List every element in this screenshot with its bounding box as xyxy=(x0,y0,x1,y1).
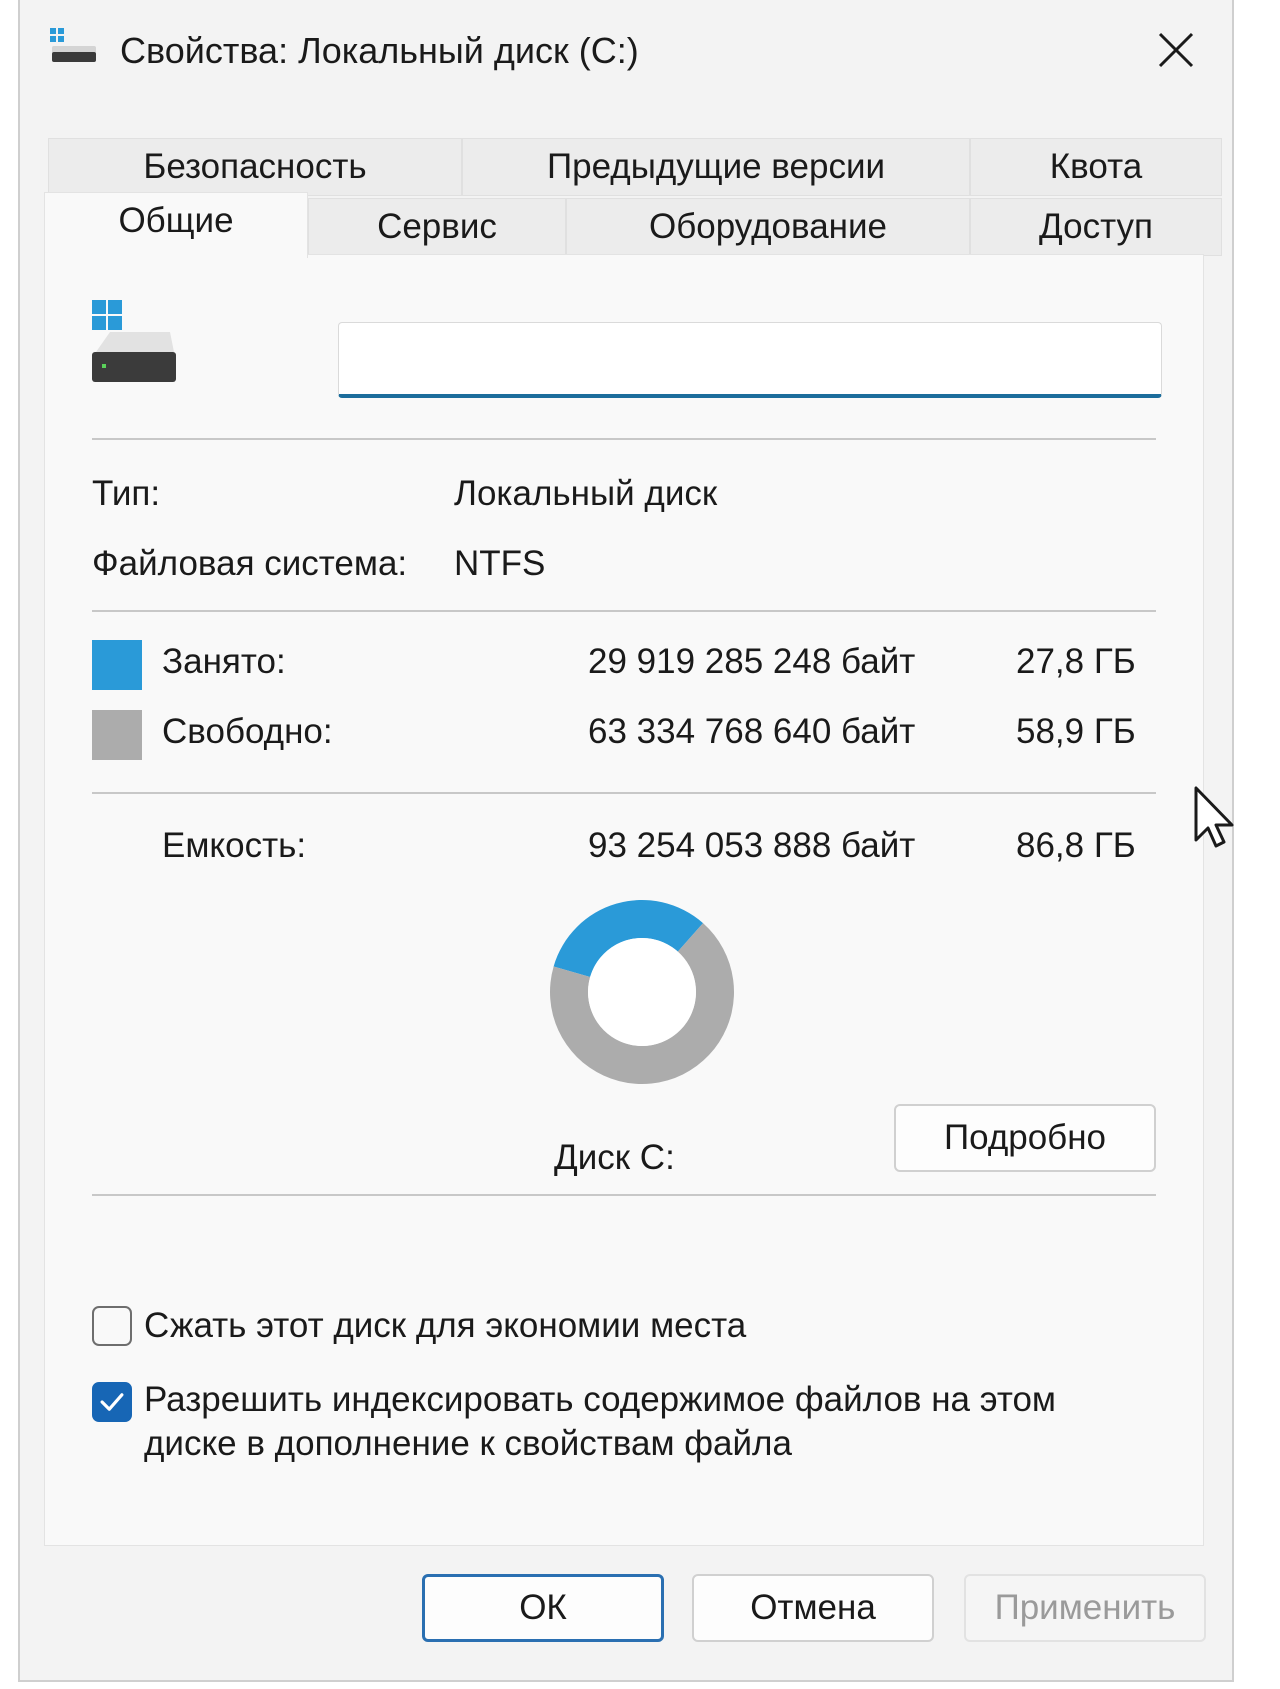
used-bytes: 29 919 285 248 байт xyxy=(588,642,916,681)
tab-previous-versions[interactable]: Предыдущие версии xyxy=(462,138,970,196)
separator xyxy=(92,792,1156,794)
tab-tools[interactable]: Сервис xyxy=(308,198,566,256)
index-label-line1: Разрешить индексировать содержимое файло… xyxy=(144,1380,1056,1419)
ok-button[interactable]: ОК xyxy=(422,1574,664,1642)
apply-button[interactable]: Применить xyxy=(964,1574,1206,1642)
tab-quota[interactable]: Квота xyxy=(970,138,1222,196)
capacity-size: 86,8 ГБ xyxy=(1016,826,1136,865)
used-size: 27,8 ГБ xyxy=(1016,642,1136,681)
compress-checkbox[interactable] xyxy=(92,1306,132,1346)
volume-label-input[interactable] xyxy=(338,322,1162,398)
cancel-button[interactable]: Отмена xyxy=(692,1574,934,1642)
donut-hole xyxy=(588,938,696,1046)
filesystem-label: Файловая система: xyxy=(92,544,408,583)
used-space-swatch xyxy=(92,640,142,690)
capacity-bytes: 93 254 053 888 байт xyxy=(588,826,916,865)
separator xyxy=(92,438,1156,440)
window-title: Свойства: Локальный диск (C:) xyxy=(120,30,639,71)
capacity-label: Емкость: xyxy=(162,826,307,865)
free-space-swatch xyxy=(92,710,142,760)
index-checkbox[interactable] xyxy=(92,1382,132,1422)
type-label: Тип: xyxy=(92,474,161,513)
used-label: Занято: xyxy=(162,642,286,681)
tab-security[interactable]: Безопасность xyxy=(48,138,462,196)
mouse-cursor-icon xyxy=(1194,786,1234,848)
title-bar: Свойства: Локальный диск (C:) xyxy=(20,0,1232,108)
filesystem-value: NTFS xyxy=(454,544,546,583)
details-button[interactable]: Подробно xyxy=(894,1104,1156,1172)
separator xyxy=(92,1194,1156,1196)
free-size: 58,9 ГБ xyxy=(1016,712,1136,751)
free-label: Свободно: xyxy=(162,712,333,751)
windows-drive-icon xyxy=(92,300,176,382)
close-icon[interactable] xyxy=(1148,22,1204,78)
tab-general[interactable]: Общие xyxy=(44,192,308,258)
disk-usage-donut xyxy=(550,900,734,1084)
drive-icon xyxy=(50,28,96,62)
properties-dialog: Свойства: Локальный диск (C:) Безопаснос… xyxy=(18,0,1234,1682)
separator xyxy=(92,610,1156,612)
free-bytes: 63 334 768 640 байт xyxy=(588,712,916,751)
disk-label: Диск C: xyxy=(554,1138,675,1177)
type-value: Локальный диск xyxy=(454,474,718,513)
tab-hardware[interactable]: Оборудование xyxy=(566,198,970,256)
index-label-line2: диске в дополнение к свойствам файла xyxy=(144,1424,792,1463)
compress-label: Сжать этот диск для экономии места xyxy=(144,1306,747,1345)
tab-sharing[interactable]: Доступ xyxy=(970,198,1222,256)
checkmark-icon xyxy=(100,1393,124,1411)
